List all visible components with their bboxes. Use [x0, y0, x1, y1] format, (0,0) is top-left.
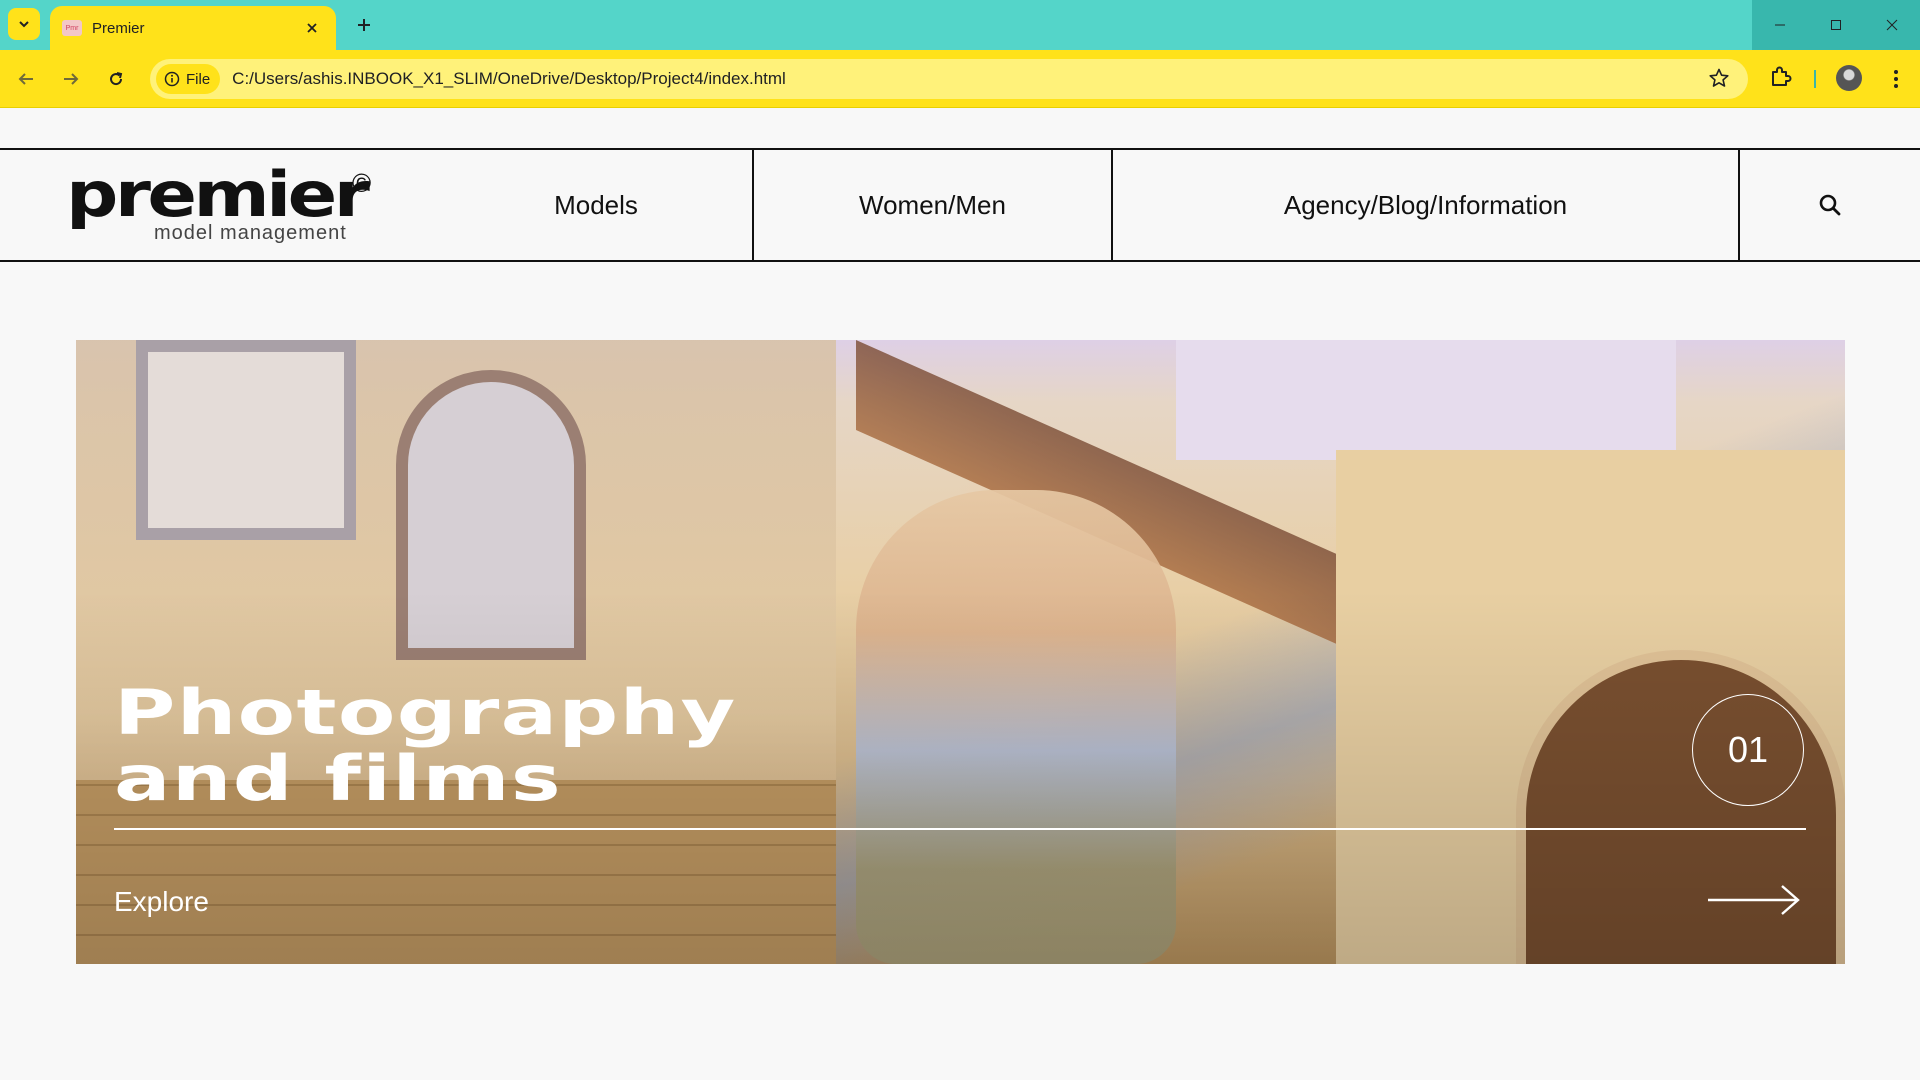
- maximize-button[interactable]: [1808, 0, 1864, 50]
- close-tab-button[interactable]: [302, 18, 322, 38]
- site-header: premier © model management Models Women/…: [0, 148, 1920, 262]
- minimize-icon: [1775, 24, 1785, 26]
- close-icon: [1886, 19, 1898, 31]
- tab-search-button[interactable]: [8, 8, 40, 40]
- forward-button[interactable]: [55, 63, 87, 95]
- more-vertical-icon: [1894, 70, 1898, 88]
- hero-divider: [114, 828, 1806, 830]
- close-window-button[interactable]: [1864, 0, 1920, 50]
- browser-toolbar: File C:/Users/ashis.INBOOK_X1_SLIM/OneDr…: [0, 50, 1920, 108]
- bookmark-button[interactable]: [1708, 67, 1730, 94]
- next-arrow-button[interactable]: [1706, 880, 1802, 925]
- long-arrow-right-icon: [1708, 885, 1800, 915]
- chevron-down-icon: [19, 21, 29, 28]
- hero-title: Photography and films: [114, 680, 737, 812]
- plus-icon: [358, 19, 370, 31]
- url-text[interactable]: C:/Users/ashis.INBOOK_X1_SLIM/OneDrive/D…: [232, 69, 786, 89]
- nav-agency-blog-information[interactable]: Agency/Blog/Information: [1113, 150, 1740, 260]
- toolbar-separator: [1814, 70, 1816, 88]
- explore-link[interactable]: Explore: [114, 886, 209, 918]
- reload-button[interactable]: [100, 63, 132, 95]
- hero-title-line2: and films: [114, 742, 563, 815]
- search-icon: [1819, 194, 1841, 216]
- browser-menu-button[interactable]: [1880, 63, 1912, 95]
- profile-avatar[interactable]: [1836, 65, 1862, 91]
- window-controls: [1752, 0, 1920, 50]
- info-icon: [164, 71, 180, 87]
- logo[interactable]: premier © model management: [0, 150, 440, 260]
- nav-models[interactable]: Models: [440, 150, 754, 260]
- search-button[interactable]: [1740, 150, 1920, 260]
- address-bar[interactable]: File C:/Users/ashis.INBOOK_X1_SLIM/OneDr…: [150, 59, 1748, 99]
- back-button[interactable]: [10, 63, 42, 95]
- site-chip-label: File: [186, 70, 211, 88]
- reload-icon: [110, 72, 123, 86]
- close-icon: [307, 23, 317, 33]
- tab-favicon: Pmr: [62, 20, 82, 36]
- maximize-icon: [1831, 20, 1841, 30]
- new-tab-button[interactable]: [352, 13, 376, 37]
- arrow-right-icon: [64, 73, 79, 85]
- logo-wordmark: premier: [66, 158, 370, 231]
- star-icon: [1709, 68, 1729, 87]
- logo-copyright-mark: ©: [352, 168, 372, 198]
- slide-counter: 01: [1692, 694, 1804, 806]
- hero-banner[interactable]: Photography and films 01 Explore: [76, 340, 1845, 964]
- web-page: premier © model management Models Women/…: [0, 108, 1920, 1080]
- hero-overlay: [76, 340, 1845, 964]
- nav-women-men[interactable]: Women/Men: [754, 150, 1113, 260]
- site-info-chip[interactable]: File: [156, 64, 221, 94]
- logo-subtitle: model management: [154, 222, 347, 244]
- browser-tab-bar: Pmr Premier: [0, 0, 1920, 50]
- arrow-left-icon: [18, 73, 33, 85]
- minimize-button[interactable]: [1752, 0, 1808, 50]
- extensions-button[interactable]: [1768, 63, 1794, 94]
- hero-title-line1: Photography: [114, 676, 737, 749]
- tab-title: Premier: [92, 19, 145, 37]
- browser-tab-active[interactable]: Pmr Premier: [50, 6, 336, 50]
- puzzle-icon: [1772, 66, 1792, 86]
